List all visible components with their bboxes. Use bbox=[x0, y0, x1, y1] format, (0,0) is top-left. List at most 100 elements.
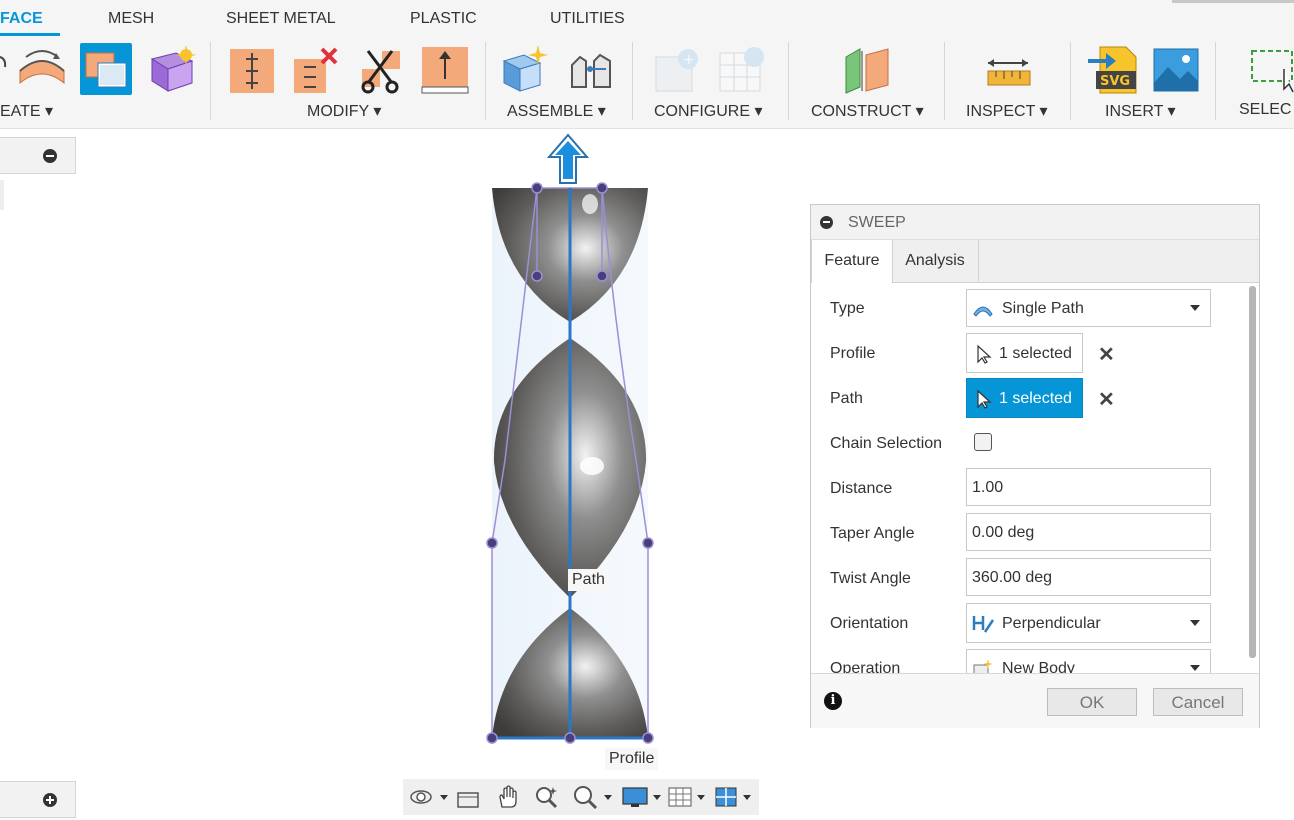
offset-plane-icon[interactable] bbox=[842, 43, 894, 95]
window-edge bbox=[1172, 0, 1294, 3]
twist-angle-label: Twist Angle bbox=[830, 570, 911, 587]
sweep-icon[interactable] bbox=[16, 43, 68, 95]
sweep-preview-model[interactable] bbox=[480, 130, 665, 750]
configure-menu[interactable]: CONFIGURE ▾ bbox=[654, 101, 762, 121]
dialog-title: SWEEP bbox=[848, 214, 906, 231]
distance-input[interactable]: 1.00 bbox=[966, 468, 1211, 506]
comments-panel-stub bbox=[0, 781, 76, 818]
tab-feature[interactable]: Feature bbox=[811, 240, 893, 283]
collapse-dialog-icon[interactable] bbox=[820, 216, 833, 229]
orientation-value: Perpendicular bbox=[1002, 615, 1101, 632]
type-label: Type bbox=[830, 300, 865, 317]
group-separator bbox=[632, 42, 633, 120]
path-value: 1 selected bbox=[999, 390, 1072, 407]
tab-sheet-metal[interactable]: SHEET METAL bbox=[226, 10, 336, 28]
path-viewport-label: Path bbox=[568, 569, 609, 591]
info-icon[interactable]: i bbox=[824, 692, 842, 710]
dialog-tab-row: Feature Analysis bbox=[811, 240, 1259, 283]
chain-selection-checkbox[interactable] bbox=[974, 433, 992, 451]
path-label: Path bbox=[830, 390, 863, 407]
operation-value: New Body bbox=[1002, 660, 1075, 673]
orientation-label: Orientation bbox=[830, 615, 909, 632]
chain-selection-label: Chain Selection bbox=[830, 435, 943, 452]
insert-canvas-icon[interactable] bbox=[1150, 43, 1202, 95]
pattern-cube-icon[interactable] bbox=[146, 43, 198, 95]
partial-tool-icon[interactable] bbox=[0, 43, 8, 95]
insert-svg-icon[interactable]: SVG bbox=[1086, 43, 1138, 95]
configure-grid-icon[interactable] bbox=[716, 43, 768, 95]
delete-face-icon[interactable] bbox=[290, 43, 342, 95]
single-path-icon bbox=[972, 300, 994, 323]
press-pull-icon[interactable] bbox=[226, 43, 278, 95]
type-dropdown[interactable]: Single Path bbox=[966, 289, 1211, 327]
panel-edge bbox=[0, 180, 4, 210]
tab-plastic[interactable]: PLASTIC bbox=[410, 10, 477, 28]
tab-face[interactable]: FACE bbox=[0, 10, 43, 28]
chevron-down-icon bbox=[1190, 665, 1200, 671]
offset-face-icon[interactable] bbox=[420, 43, 472, 95]
twist-angle-value: 360.00 deg bbox=[972, 569, 1053, 586]
operation-row: Operation New Body bbox=[811, 649, 1247, 673]
new-component-icon[interactable] bbox=[500, 43, 552, 95]
tab-utilities[interactable]: UTILITIES bbox=[550, 10, 625, 28]
expand-icon[interactable] bbox=[43, 793, 57, 807]
browser-panel-stub bbox=[0, 137, 76, 174]
distance-label: Distance bbox=[830, 480, 893, 497]
insert-menu[interactable]: INSERT ▾ bbox=[1105, 101, 1176, 121]
extrude-box-icon[interactable] bbox=[80, 43, 132, 95]
ok-button[interactable]: OK bbox=[1047, 688, 1137, 716]
distance-value: 1.00 bbox=[972, 479, 1004, 496]
taper-angle-value: 0.00 deg bbox=[972, 524, 1035, 541]
dialog-scrollbar[interactable] bbox=[1249, 286, 1256, 658]
clear-profile-icon[interactable]: ✕ bbox=[1098, 342, 1115, 367]
toolbar-ribbon: EATE ▾ MODIFY ▾ ASSEMBLE ▾ + CONFIGURE ▾… bbox=[0, 36, 1294, 129]
cursor-arrow-icon bbox=[976, 389, 992, 414]
dialog-footer: i OK Cancel bbox=[811, 673, 1259, 728]
joint-icon[interactable] bbox=[566, 43, 618, 95]
svg-badge: SVG bbox=[1100, 74, 1130, 89]
modify-menu[interactable]: MODIFY ▾ bbox=[307, 101, 381, 121]
distance-arrow-handle[interactable] bbox=[546, 133, 590, 185]
display-settings-icon[interactable] bbox=[621, 785, 665, 814]
orbit-icon[interactable] bbox=[407, 785, 449, 814]
profile-label: Profile bbox=[830, 345, 876, 362]
operation-dropdown[interactable]: New Body bbox=[966, 649, 1211, 673]
configure-table-icon[interactable]: + bbox=[652, 43, 704, 95]
type-value: Single Path bbox=[1002, 300, 1084, 317]
taper-angle-input[interactable]: 0.00 deg bbox=[966, 513, 1211, 551]
profile-value: 1 selected bbox=[999, 345, 1072, 362]
tab-mesh[interactable]: MESH bbox=[108, 10, 154, 28]
svg-text:+: + bbox=[683, 52, 695, 68]
collapse-icon[interactable] bbox=[43, 149, 57, 163]
tab-analysis[interactable]: Analysis bbox=[892, 240, 979, 281]
clear-path-icon[interactable]: ✕ bbox=[1098, 387, 1115, 412]
twist-angle-input[interactable]: 360.00 deg bbox=[966, 558, 1211, 596]
orientation-dropdown[interactable]: Perpendicular bbox=[966, 603, 1211, 643]
cancel-button[interactable]: Cancel bbox=[1153, 688, 1243, 716]
sweep-dialog: SWEEP Feature Analysis Type Single Path … bbox=[810, 204, 1260, 728]
look-at-icon[interactable] bbox=[455, 785, 483, 814]
profile-select-button[interactable]: 1 selected bbox=[966, 333, 1083, 373]
inspect-menu[interactable]: INSPECT ▾ bbox=[966, 101, 1048, 121]
navigation-bar bbox=[403, 779, 759, 815]
select-menu[interactable]: SELEC bbox=[1239, 101, 1291, 119]
workspace-tab-bar: FACE MESH SHEET METAL PLASTIC UTILITIES bbox=[0, 0, 1294, 36]
fit-icon[interactable] bbox=[571, 785, 613, 814]
scissors-icon[interactable] bbox=[356, 43, 408, 95]
measure-icon[interactable] bbox=[984, 43, 1036, 95]
grid-settings-icon[interactable] bbox=[667, 785, 711, 814]
chevron-down-icon bbox=[1190, 305, 1200, 311]
viewports-icon[interactable] bbox=[713, 785, 757, 814]
zoom-icon[interactable] bbox=[533, 785, 561, 814]
construct-menu[interactable]: CONSTRUCT ▾ bbox=[811, 101, 924, 121]
assemble-menu[interactable]: ASSEMBLE ▾ bbox=[507, 101, 606, 121]
group-separator bbox=[1215, 42, 1216, 120]
group-separator bbox=[788, 42, 789, 120]
new-body-icon bbox=[972, 659, 994, 673]
profile-viewport-label: Profile bbox=[605, 748, 659, 770]
path-select-button[interactable]: 1 selected bbox=[966, 378, 1083, 418]
select-window-icon[interactable] bbox=[1250, 43, 1294, 95]
pan-hand-icon[interactable] bbox=[495, 785, 523, 814]
create-menu[interactable]: EATE ▾ bbox=[0, 101, 53, 121]
chevron-down-icon bbox=[1190, 620, 1200, 626]
